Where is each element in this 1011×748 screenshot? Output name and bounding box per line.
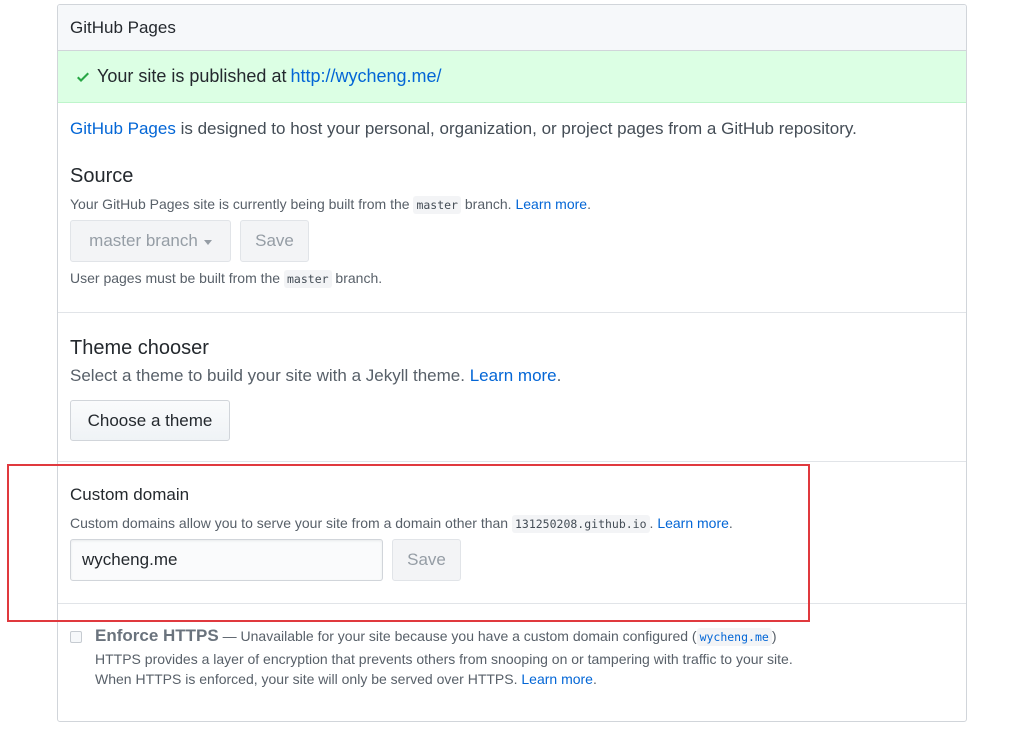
intro-paragraph: GitHub Pages is designed to host your pe…	[58, 103, 966, 139]
theme-desc-text: Select a theme to build your site with a…	[70, 366, 470, 385]
https-section: Enforce HTTPS — Unavailable for your sit…	[58, 626, 966, 687]
https-close-paren: )	[771, 628, 777, 644]
branch-select-label: master branch	[89, 231, 198, 250]
https-enforced-text: When HTTPS is enforced, your site will o…	[95, 671, 522, 687]
https-domain-code: wycheng.me	[696, 628, 772, 646]
github-io-code: 131250208.github.io	[511, 515, 650, 533]
https-description: HTTPS provides a layer of encryption tha…	[95, 651, 793, 667]
theme-section: Theme chooser Select a theme to build yo…	[58, 337, 966, 441]
custom-domain-save-button[interactable]: Save	[392, 539, 461, 581]
source-note-text: User pages must be built from the	[70, 270, 284, 286]
flash-text: Your site is published at	[97, 66, 287, 86]
https-content: Enforce HTTPS — Unavailable for your sit…	[95, 626, 793, 687]
custom-domain-section: Custom domain Custom domains allow you t…	[58, 485, 966, 581]
published-flash: Your site is published at http://wycheng…	[58, 51, 966, 103]
https-unavailable-text: — Unavailable for your site because you …	[218, 628, 697, 644]
caret-down-icon	[203, 239, 212, 245]
https-learn-more-link[interactable]: Learn more	[521, 671, 593, 687]
custom-domain-desc-text: Custom domains allow you to serve your s…	[70, 515, 512, 531]
custom-domain-input[interactable]	[70, 539, 383, 581]
https-enforced-note: When HTTPS is enforced, your site will o…	[95, 671, 793, 687]
divider	[58, 312, 966, 313]
source-desc-text: Your GitHub Pages site is currently bein…	[70, 196, 414, 212]
custom-domain-description: Custom domains allow you to serve your s…	[70, 515, 954, 533]
theme-description: Select a theme to build your site with a…	[70, 366, 954, 386]
panel-title: GitHub Pages	[70, 17, 176, 37]
enforce-https-checkbox[interactable]	[70, 631, 82, 643]
check-icon	[77, 72, 89, 82]
choose-theme-button[interactable]: Choose a theme	[70, 400, 230, 441]
theme-learn-more-link[interactable]: Learn more	[470, 366, 557, 385]
custom-domain-heading: Custom domain	[70, 485, 190, 504]
source-section: Source Your GitHub Pages site is current…	[58, 165, 966, 288]
source-save-label: Save	[255, 231, 294, 250]
github-pages-link[interactable]: GitHub Pages	[70, 119, 176, 138]
divider	[58, 461, 966, 462]
custom-domain-save-label: Save	[407, 550, 446, 569]
choose-theme-label: Choose a theme	[87, 410, 213, 430]
source-desc-suffix: branch.	[460, 196, 516, 212]
intro-text: is designed to host your personal, organ…	[175, 119, 857, 138]
source-heading: Source	[70, 165, 134, 187]
theme-heading: Theme chooser	[70, 337, 209, 359]
panel-header: GitHub Pages	[58, 5, 966, 51]
source-note-suffix: branch.	[331, 270, 383, 286]
source-branch-code: master	[413, 196, 461, 214]
https-row: Enforce HTTPS — Unavailable for your sit…	[70, 626, 954, 687]
source-save-button[interactable]: Save	[240, 220, 309, 262]
github-pages-panel: GitHub Pages Your site is published at h…	[57, 4, 967, 722]
https-title: Enforce HTTPS	[95, 626, 219, 645]
source-note: User pages must be built from the master…	[70, 270, 954, 288]
https-title-line: Enforce HTTPS — Unavailable for your sit…	[95, 626, 793, 646]
theme-period: .	[556, 366, 562, 385]
source-period: .	[587, 196, 591, 212]
custom-domain-controls: Save	[70, 539, 954, 581]
custom-domain-learn-more-link[interactable]: Learn more	[657, 515, 729, 531]
source-learn-more-link[interactable]: Learn more	[515, 196, 587, 212]
branch-select[interactable]: master branch	[70, 220, 231, 262]
custom-domain-period: .	[728, 515, 733, 531]
source-note-code: master	[284, 270, 332, 288]
divider	[58, 603, 966, 604]
site-url-link[interactable]: http://wycheng.me/	[290, 66, 441, 87]
https-period: .	[592, 671, 597, 687]
source-controls: master branch Save	[70, 220, 954, 262]
source-description: Your GitHub Pages site is currently bein…	[70, 196, 954, 214]
